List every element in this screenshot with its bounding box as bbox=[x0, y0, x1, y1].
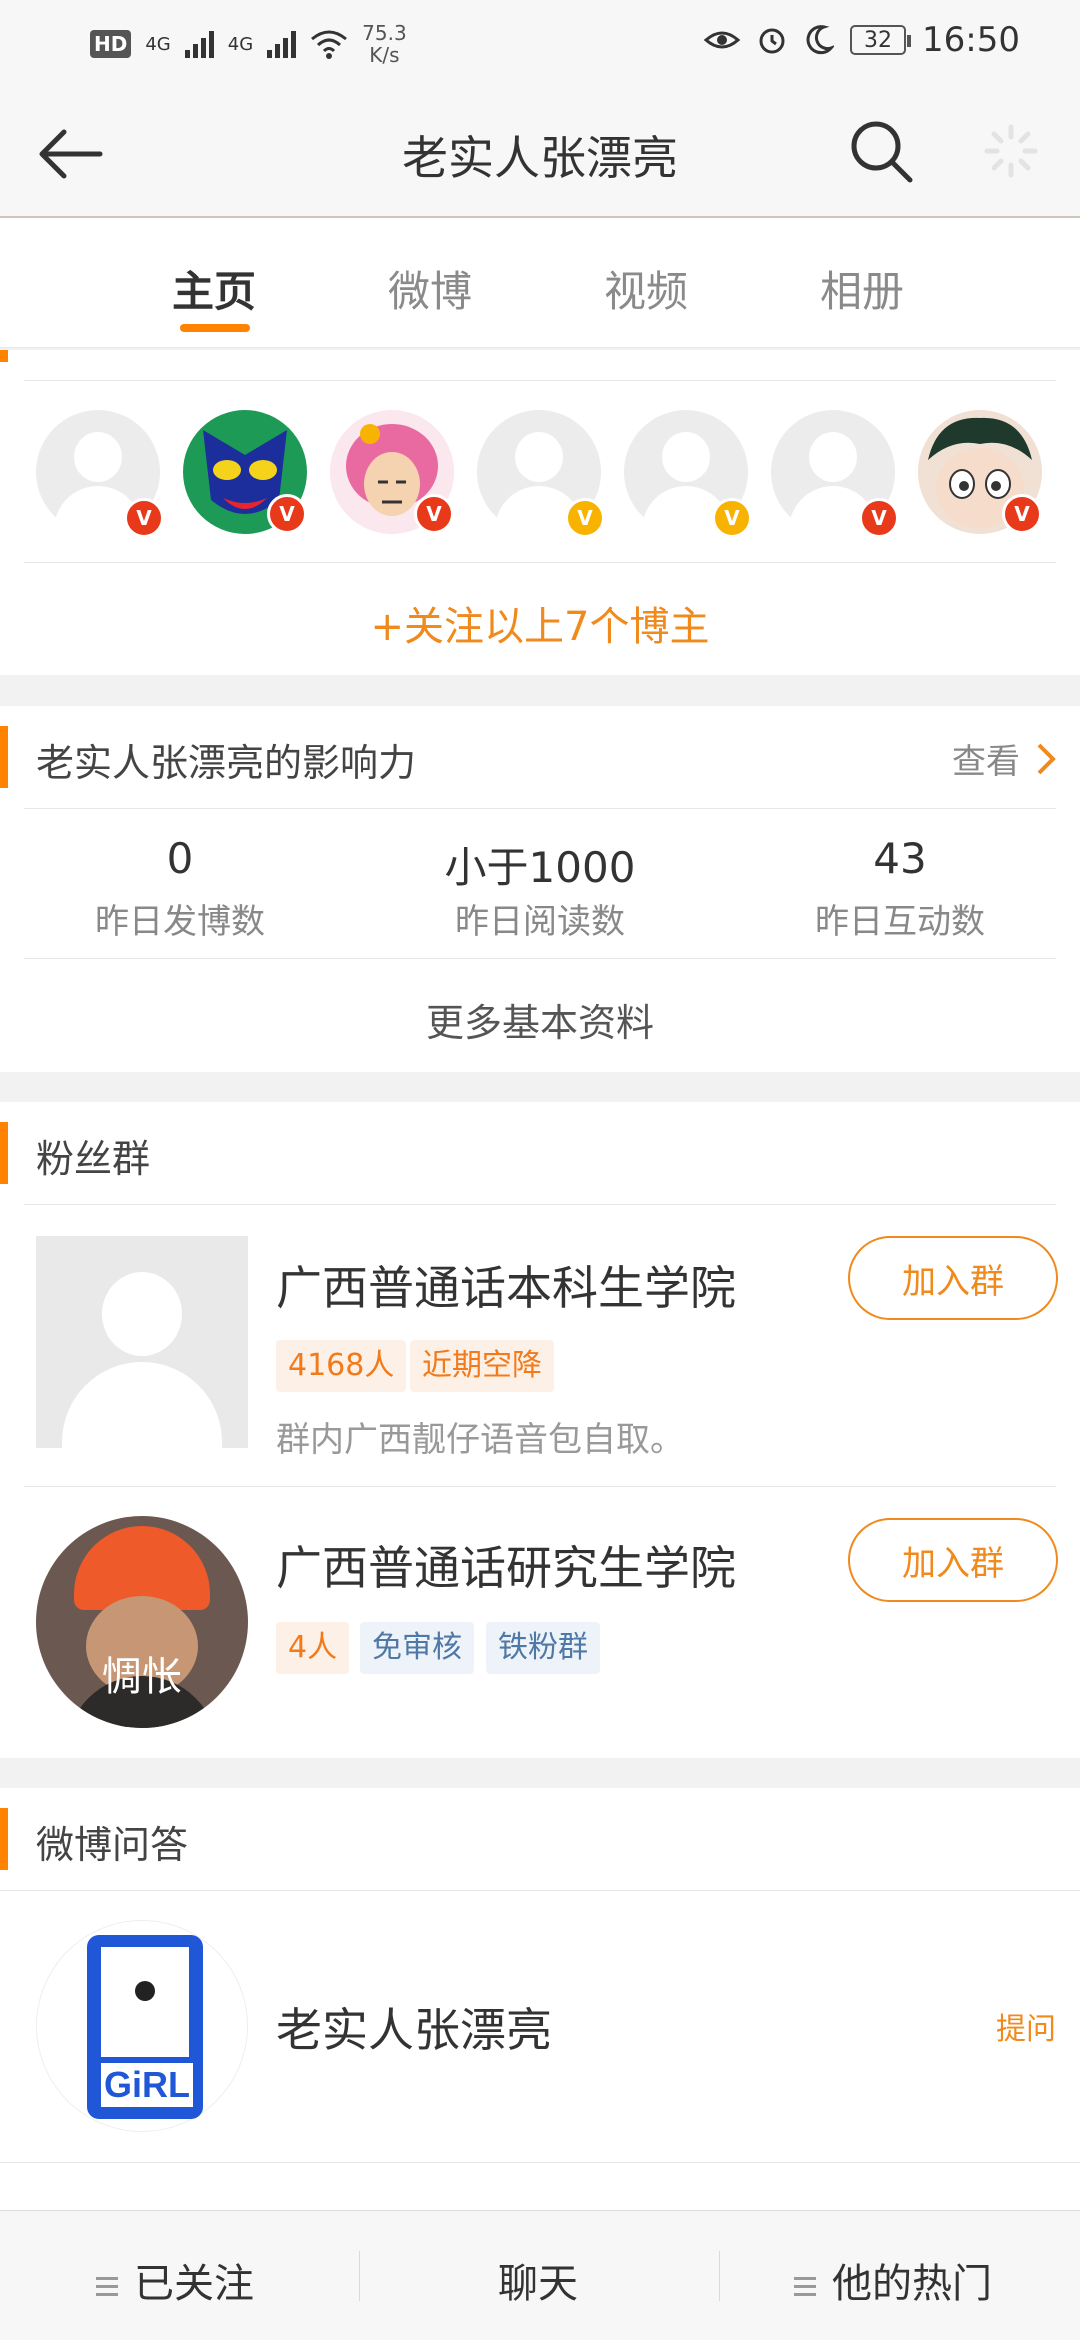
fan-groups-card: 粉丝群 广西普通话本科生学院 4168人 近期空降 群内广西靓仔语音包自取。 加… bbox=[0, 1102, 1080, 1758]
stat-posts-value: 0 bbox=[166, 834, 194, 883]
verified-badge-icon: V bbox=[1002, 494, 1042, 534]
tab-weibo[interactable]: 微博 bbox=[388, 258, 472, 319]
group-tag: 免审核 bbox=[360, 1622, 474, 1674]
section-accent bbox=[0, 1808, 8, 1870]
view-influence-link[interactable]: 查看 bbox=[952, 734, 1056, 783]
separator bbox=[719, 2251, 720, 2301]
chat-button[interactable]: 聊天 bbox=[498, 2251, 578, 2309]
verified-badge-icon: V bbox=[565, 498, 605, 538]
divider bbox=[0, 1890, 1080, 1891]
join-group-button[interactable]: 加入群 bbox=[848, 1236, 1058, 1320]
qa-user-avatar[interactable]: GiRL bbox=[36, 1920, 248, 2132]
battery-level: 32 bbox=[864, 27, 893, 53]
recommended-user-avatar[interactable]: V bbox=[771, 410, 899, 538]
active-tab-indicator bbox=[180, 324, 250, 332]
qa-card: 微博问答 GiRL 老实人张漂亮 提问 bbox=[0, 1788, 1080, 2210]
stat-interactions-label: 昨日互动数 bbox=[815, 902, 985, 942]
group-tag: 铁粉群 bbox=[486, 1622, 600, 1674]
stat-interactions-value: 43 bbox=[873, 834, 927, 883]
tab-album[interactable]: 相册 bbox=[820, 258, 904, 319]
ask-question-button[interactable]: 提问 bbox=[996, 2004, 1056, 2048]
title-bar: 老实人张漂亮 bbox=[0, 84, 1080, 218]
network-speed: 75.3 K/s bbox=[362, 22, 407, 66]
divider bbox=[24, 562, 1056, 563]
follow-all-button[interactable]: +关注以上7个博主 bbox=[0, 594, 1080, 652]
recommended-user-avatar[interactable]: V bbox=[36, 410, 164, 538]
profile-tabs: 主页 微博 视频 相册 bbox=[0, 218, 1080, 348]
verified-badge-icon: V bbox=[414, 494, 454, 534]
divider bbox=[24, 1204, 1056, 1205]
section-accent bbox=[0, 350, 8, 362]
divider bbox=[24, 380, 1056, 381]
search-icon[interactable] bbox=[848, 118, 914, 184]
join-group-button[interactable]: 加入群 bbox=[848, 1518, 1058, 1602]
hd-badge: HD bbox=[90, 30, 132, 58]
stat-posts-label: 昨日发博数 bbox=[95, 902, 265, 942]
member-count-tag: 4168人 bbox=[276, 1340, 407, 1392]
loading-spinner-icon bbox=[984, 124, 1038, 178]
signal-icon bbox=[184, 30, 214, 58]
influence-title: 老实人张漂亮的影响力 bbox=[36, 741, 417, 785]
tab-video[interactable]: 视频 bbox=[604, 258, 688, 319]
network-speed-value: 75.3 bbox=[362, 21, 407, 45]
clock: 16:50 bbox=[922, 20, 1020, 60]
group-name[interactable]: 广西普通话研究生学院 bbox=[276, 1532, 736, 1598]
chevron-right-icon bbox=[1037, 743, 1056, 774]
eye-icon bbox=[704, 31, 741, 49]
group-avatar[interactable]: 惆怅 bbox=[36, 1516, 248, 1728]
girl-logo-icon: GiRL bbox=[87, 1935, 203, 2119]
view-label: 查看 bbox=[952, 742, 1020, 782]
page-title: 老实人张漂亮 bbox=[402, 131, 678, 185]
bottom-action-bar: 已关注 聊天 他的热门 bbox=[0, 2210, 1080, 2340]
fan-groups-title: 粉丝群 bbox=[36, 1137, 151, 1181]
menu-icon bbox=[96, 2272, 118, 2301]
section-accent bbox=[0, 1122, 8, 1184]
verified-badge-icon: V bbox=[859, 498, 899, 538]
logo-text: GiRL bbox=[104, 2064, 190, 2105]
signal-4g-label-2: 4G bbox=[227, 33, 254, 55]
followed-label: 已关注 bbox=[134, 2261, 254, 2307]
hot-posts-label: 他的热门 bbox=[832, 2261, 992, 2307]
verified-badge-icon: V bbox=[267, 494, 307, 534]
group-description: 群内广西靓仔语音包自取。 bbox=[276, 1420, 684, 1460]
member-count-tag: 4人 bbox=[276, 1622, 350, 1674]
network-speed-unit: K/s bbox=[369, 43, 400, 67]
group-avatar[interactable] bbox=[36, 1236, 248, 1448]
signal-icon-2 bbox=[267, 30, 297, 58]
signal-4g-label-1: 4G bbox=[145, 33, 171, 55]
avatar-caption: 惆怅 bbox=[102, 1654, 182, 1700]
influence-card: 老实人张漂亮的影响力 查看 0 昨日发博数 小于1000 昨日阅读数 43 昨日… bbox=[0, 706, 1080, 1072]
moon-icon bbox=[806, 25, 835, 55]
qa-user-name[interactable]: 老实人张漂亮 bbox=[276, 1994, 552, 2060]
divider bbox=[24, 1486, 1056, 1487]
divider bbox=[24, 958, 1056, 959]
followed-button[interactable]: 已关注 bbox=[96, 2251, 254, 2309]
tab-home[interactable]: 主页 bbox=[172, 258, 256, 319]
menu-icon bbox=[794, 2272, 816, 2301]
verified-badge-icon: V bbox=[712, 498, 752, 538]
verified-badge-icon: V bbox=[124, 498, 164, 538]
group-name[interactable]: 广西普通话本科生学院 bbox=[276, 1252, 736, 1318]
wifi-icon bbox=[311, 30, 348, 59]
status-bar: HD 4G 4G 75.3 K/s 32 16:50 bbox=[0, 0, 1080, 84]
divider bbox=[24, 808, 1056, 809]
section-accent bbox=[0, 726, 8, 788]
divider bbox=[0, 2162, 1080, 2163]
battery-icon: 32 bbox=[850, 25, 912, 55]
recommended-user-avatar[interactable]: V bbox=[624, 410, 752, 538]
group-tag: 近期空降 bbox=[410, 1340, 554, 1392]
stat-reads-value: 小于1000 bbox=[444, 843, 636, 892]
hot-posts-button[interactable]: 他的热门 bbox=[794, 2251, 992, 2309]
stat-reads-label: 昨日阅读数 bbox=[455, 902, 625, 942]
qa-title: 微博问答 bbox=[36, 1823, 189, 1867]
alarm-icon bbox=[759, 28, 785, 54]
separator bbox=[359, 2251, 360, 2301]
profile-page: HD 4G 4G 75.3 K/s 32 16:50 老实人张漂亮 主页 微博 … bbox=[0, 0, 1080, 2340]
recommended-user-avatar[interactable]: V bbox=[477, 410, 605, 538]
more-profile-button[interactable]: 更多基本资料 bbox=[0, 992, 1080, 1047]
